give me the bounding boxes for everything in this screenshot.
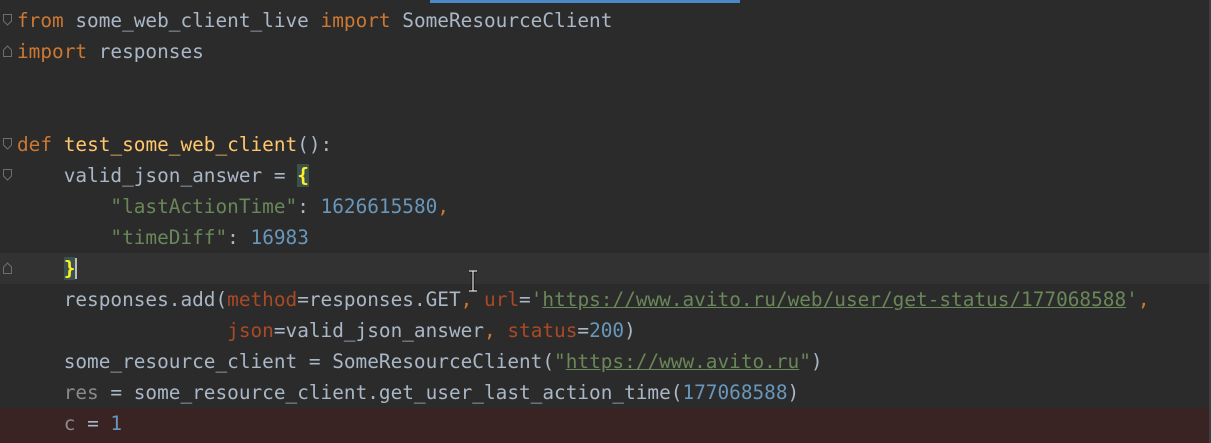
kwarg-json-value: =valid_json_answer bbox=[273, 319, 484, 342]
url-link[interactable]: https://www.avito.ru bbox=[566, 350, 799, 373]
code-line-8[interactable]: "timeDiff": 16983 bbox=[0, 222, 1209, 253]
code-line-12[interactable]: some_resource_client = SomeResourceClien… bbox=[0, 346, 1209, 377]
quote-open: " bbox=[554, 350, 566, 373]
dict-colon: : bbox=[297, 195, 321, 218]
call-prefix: responses.add( bbox=[63, 288, 228, 311]
close-paren: ) bbox=[787, 381, 800, 404]
kwarg-method-value: =responses.GET bbox=[297, 288, 461, 311]
code-line-4[interactable] bbox=[0, 98, 1209, 129]
fold-start-icon[interactable] bbox=[3, 138, 12, 150]
brace-close: } bbox=[63, 257, 76, 280]
kwarg-url: url bbox=[484, 288, 520, 311]
code-line-3[interactable] bbox=[0, 67, 1209, 98]
code-line-13[interactable]: res = some_resource_client.get_user_last… bbox=[0, 377, 1209, 408]
kwarg-status-value: 200 bbox=[589, 319, 625, 342]
code-editor[interactable]: from some_web_client_live import SomeRes… bbox=[0, 0, 1211, 443]
keyword-from: from bbox=[17, 9, 64, 32]
unused-variable: res bbox=[63, 381, 99, 404]
code-line-14-breakpoint[interactable]: c = 1 bbox=[0, 408, 1209, 443]
kwarg-method: method bbox=[227, 288, 298, 311]
dict-key: "lastActionTime" bbox=[110, 195, 298, 218]
code-line-5[interactable]: def test_some_web_client(): bbox=[0, 129, 1209, 160]
text-cursor-icon bbox=[469, 270, 477, 292]
module-name: some_web_client_live bbox=[63, 9, 321, 32]
module-name: responses bbox=[87, 40, 204, 63]
url-link[interactable]: https://www.avito.ru/web/user/get-status… bbox=[542, 288, 1126, 311]
quote-open: ' bbox=[530, 288, 543, 311]
code-line-2[interactable]: import responses bbox=[0, 36, 1209, 67]
separator: , bbox=[483, 319, 508, 342]
fold-end-icon[interactable] bbox=[3, 262, 12, 274]
code-line-10[interactable]: responses.add(method=responses.GET, url=… bbox=[0, 284, 1209, 315]
code-line-9-current[interactable]: } bbox=[0, 253, 1209, 284]
active-tab-indicator bbox=[430, 0, 740, 3]
fold-start-icon[interactable] bbox=[3, 14, 12, 26]
quote-close: ' bbox=[1126, 288, 1138, 311]
assign-op: = bbox=[75, 412, 111, 435]
fold-end-icon[interactable] bbox=[3, 45, 12, 57]
code-line-7[interactable]: "lastActionTime": 1626615580, bbox=[0, 191, 1209, 222]
method-call: = some_resource_client.get_user_last_act… bbox=[98, 381, 683, 404]
kwarg-status: status bbox=[507, 319, 578, 342]
signature-tail: (): bbox=[297, 133, 333, 156]
quote-close: " bbox=[799, 350, 811, 373]
assigned-value: 1 bbox=[110, 412, 123, 435]
close-paren: ) bbox=[810, 350, 823, 373]
dict-colon: : bbox=[227, 226, 251, 249]
call-argument: 177068588 bbox=[682, 381, 788, 404]
keyword-import: import bbox=[320, 9, 391, 32]
text-caret bbox=[75, 258, 78, 279]
dict-key: "timeDiff" bbox=[110, 226, 228, 249]
keyword-import: import bbox=[17, 40, 88, 63]
kwarg-status-eq: = bbox=[577, 319, 590, 342]
variable-assignment: valid_json_answer = bbox=[63, 164, 298, 187]
dict-comma: , bbox=[437, 195, 449, 218]
keyword-def: def bbox=[17, 133, 53, 156]
trailing-comma: , bbox=[1137, 288, 1150, 311]
function-name: test_some_web_client bbox=[63, 133, 298, 156]
client-assignment: some_resource_client = SomeResourceClien… bbox=[63, 350, 555, 373]
code-line-11[interactable]: json=valid_json_answer, status=200) bbox=[0, 315, 1209, 346]
dict-value: 1626615580 bbox=[320, 195, 438, 218]
fold-start-icon[interactable] bbox=[3, 169, 12, 181]
code-line-1[interactable]: from some_web_client_live import SomeRes… bbox=[0, 5, 1209, 36]
imported-name: SomeResourceClient bbox=[390, 9, 613, 32]
kwarg-json: json bbox=[227, 319, 274, 342]
brace-open: { bbox=[297, 164, 309, 187]
dict-value: 16983 bbox=[250, 226, 309, 249]
unused-variable: c bbox=[63, 412, 76, 435]
kwarg-url-eq: = bbox=[519, 288, 531, 311]
close-paren: ) bbox=[624, 319, 636, 342]
code-line-6[interactable]: valid_json_answer = { bbox=[0, 160, 1209, 191]
